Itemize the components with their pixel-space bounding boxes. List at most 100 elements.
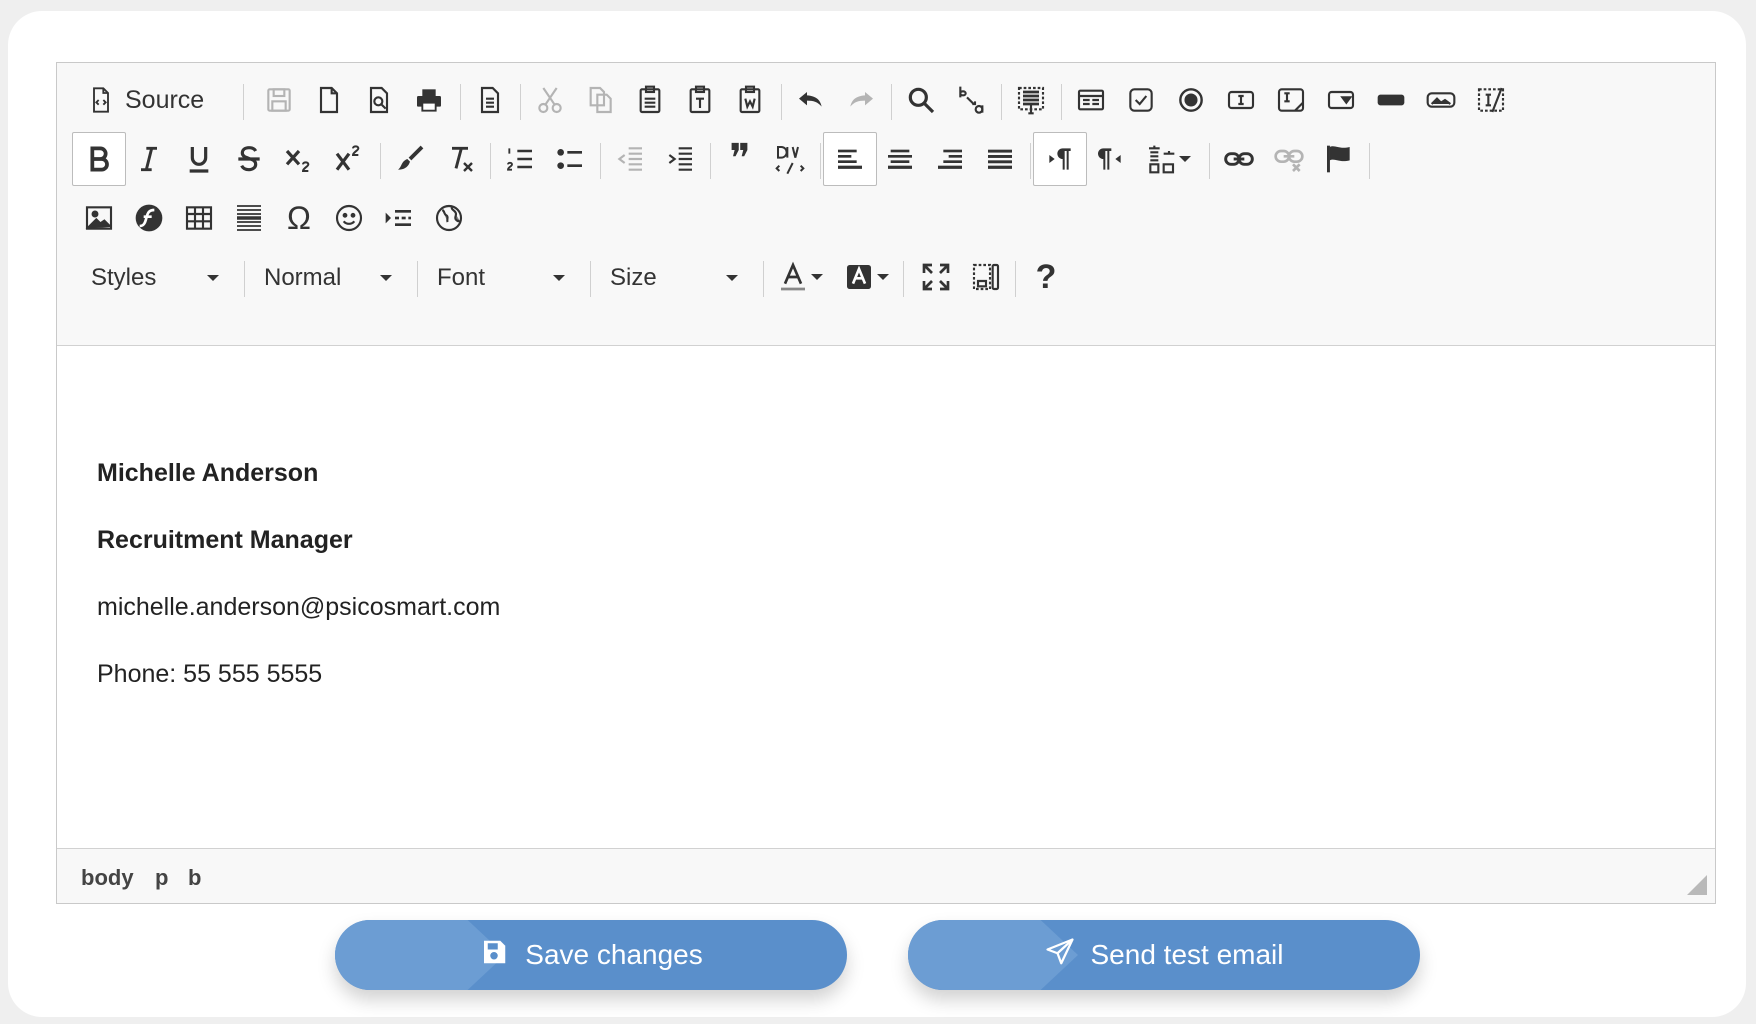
strikethrough-button[interactable] (222, 132, 276, 186)
paper-plane-icon (1045, 937, 1075, 974)
image-button[interactable] (72, 191, 126, 245)
iframe-button[interactable] (422, 191, 476, 245)
italic-icon (141, 146, 157, 172)
smiley-button[interactable] (322, 191, 376, 245)
path-item-body[interactable]: body (81, 865, 134, 891)
resize-handle[interactable] (1687, 875, 1707, 895)
save-changes-button[interactable]: Save changes (335, 920, 847, 990)
send-test-email-button[interactable]: Send test email (908, 920, 1420, 990)
show-blocks-button[interactable] (959, 250, 1013, 304)
text-color-button[interactable] (769, 250, 831, 304)
table-button[interactable] (172, 191, 226, 245)
create-div-button[interactable] (763, 132, 817, 186)
rich-text-editor: Source ❞ Ω Styles Normal Font Size ? Mic… (56, 62, 1716, 904)
floppy-icon (479, 937, 509, 974)
ltr-icon (1049, 148, 1071, 170)
maximize-icon (922, 263, 950, 291)
paste-button[interactable] (623, 73, 677, 127)
copy-button[interactable] (573, 73, 627, 127)
save-doc-button[interactable] (252, 73, 306, 127)
maximize-button[interactable] (909, 250, 963, 304)
textarea-button[interactable] (1264, 73, 1318, 127)
indent-button[interactable] (653, 132, 707, 186)
outdent-button[interactable] (603, 132, 657, 186)
print-icon (417, 89, 441, 112)
flag-icon (1327, 145, 1350, 173)
language-button[interactable] (1133, 132, 1203, 186)
copy-icon (589, 86, 612, 114)
table-icon (185, 206, 213, 230)
flash-button[interactable] (122, 191, 176, 245)
redo-icon (850, 92, 873, 107)
bold-button[interactable] (72, 132, 126, 186)
copy-formatting-button[interactable] (383, 132, 437, 186)
path-item-p[interactable]: p (155, 865, 168, 891)
styles-combo[interactable]: Styles (79, 255, 233, 301)
font-combo[interactable]: Font (425, 255, 579, 301)
chevron-down-icon (380, 275, 392, 281)
redo-button[interactable] (834, 73, 888, 127)
preview-button[interactable] (352, 73, 406, 127)
replace-button[interactable] (944, 73, 998, 127)
hidden-field-button[interactable] (1464, 73, 1518, 127)
print-button[interactable] (402, 73, 456, 127)
image-button-field-button[interactable] (1414, 73, 1468, 127)
indent-icon (668, 147, 692, 171)
numbered-list-button[interactable] (493, 132, 547, 186)
text-direction-rtl-button[interactable] (1083, 132, 1137, 186)
select-field-button[interactable] (1314, 73, 1368, 127)
new-page-icon (319, 86, 339, 114)
remove-format-button[interactable] (433, 132, 487, 186)
show-blocks-icon (972, 263, 1000, 291)
image-icon (85, 206, 113, 230)
blockquote-button[interactable]: ❞ (713, 132, 767, 186)
text-field-icon (1227, 90, 1255, 110)
anchor-button[interactable] (1312, 132, 1366, 186)
paste-text-button[interactable] (673, 73, 727, 127)
undo-button[interactable] (784, 73, 838, 127)
button-field-button[interactable] (1364, 73, 1418, 127)
paste-word-button[interactable] (723, 73, 777, 127)
page-break-button[interactable] (372, 191, 426, 245)
underline-button[interactable] (172, 132, 226, 186)
floppy-icon (267, 88, 291, 112)
editor-content-area[interactable]: Michelle Anderson Recruitment Manager mi… (57, 346, 1715, 848)
select-all-button[interactable] (1004, 73, 1058, 127)
form-icon (1077, 89, 1105, 111)
special-char-button[interactable]: Ω (272, 191, 326, 245)
cut-button[interactable] (523, 73, 577, 127)
size-combo[interactable]: Size (598, 255, 752, 301)
align-left-button[interactable] (823, 132, 877, 186)
paste-text-icon (689, 85, 711, 114)
help-button[interactable]: ? (1019, 250, 1073, 304)
bulleted-list-button[interactable] (543, 132, 597, 186)
select-all-icon (1017, 86, 1045, 115)
search-icon (908, 87, 935, 114)
replace-icon (959, 86, 984, 114)
text-direction-ltr-button[interactable] (1033, 132, 1087, 186)
find-button[interactable] (894, 73, 948, 127)
strikethrough-icon (238, 146, 260, 172)
form-button[interactable] (1064, 73, 1118, 127)
path-item-b[interactable]: b (188, 865, 201, 891)
text-field-button[interactable] (1214, 73, 1268, 127)
source-button[interactable]: Source (81, 73, 229, 127)
superscript-button[interactable] (322, 132, 376, 186)
subscript-button[interactable] (272, 132, 326, 186)
checkbox-button[interactable] (1114, 73, 1168, 127)
format-combo[interactable]: Normal (252, 255, 406, 301)
unlink-button[interactable] (1262, 132, 1316, 186)
new-page-button[interactable] (302, 73, 356, 127)
justify-button[interactable] (973, 132, 1027, 186)
remove-format-icon (452, 146, 473, 172)
horizontal-line-button[interactable] (222, 191, 276, 245)
align-right-button[interactable] (923, 132, 977, 186)
size-combo-label: Size (610, 264, 657, 291)
background-color-button[interactable] (835, 250, 897, 304)
italic-button[interactable] (122, 132, 176, 186)
link-button[interactable] (1212, 132, 1266, 186)
align-center-button[interactable] (873, 132, 927, 186)
radio-button[interactable] (1164, 73, 1218, 127)
templates-button[interactable] (463, 73, 517, 127)
select-field-icon (1327, 90, 1355, 110)
